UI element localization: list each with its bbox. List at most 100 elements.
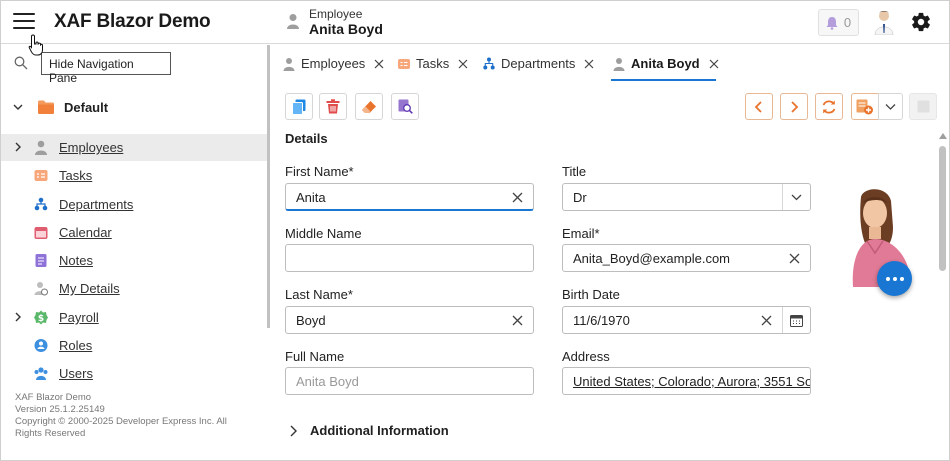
nav-group-default[interactable]: Default <box>1 97 267 119</box>
scrollbar-thumb[interactable] <box>939 146 946 271</box>
clear-icon[interactable] <box>512 315 523 326</box>
gear-icon[interactable] <box>910 11 932 33</box>
refresh-button[interactable] <box>815 93 843 120</box>
vertical-scrollbar[interactable] <box>937 131 949 461</box>
last-name-label: Last Name* <box>285 287 353 302</box>
my-details-icon <box>34 282 48 296</box>
sidebar-item-label: Roles <box>59 338 93 353</box>
clear-icon[interactable] <box>761 315 772 326</box>
full-name-field: Anita Boyd <box>285 367 534 395</box>
new-object-dropdown[interactable] <box>878 93 903 120</box>
additional-information-group[interactable]: Additional Information <box>289 423 449 438</box>
tasks-icon <box>34 170 48 181</box>
notifications-button[interactable]: 0 <box>818 9 859 36</box>
address-link[interactable]: United States; Colorado; Aurora; 3551 So… <box>573 374 810 389</box>
footer-copyright: Copyright © 2000-2025 Developer Express … <box>15 416 227 439</box>
sidebar-item-payroll[interactable]: $ Payroll <box>1 304 267 331</box>
clear-icon[interactable] <box>512 192 523 203</box>
last-name-field[interactable]: Boyd <box>285 306 534 334</box>
close-icon[interactable] <box>584 59 594 69</box>
nav-group-label: Default <box>64 100 109 115</box>
previous-button[interactable] <box>745 93 773 120</box>
last-name-value: Boyd <box>296 313 326 328</box>
chevron-right-icon[interactable] <box>12 311 24 323</box>
svg-text:$: $ <box>38 314 44 324</box>
tooltip: Hide Navigation Pane <box>41 52 171 85</box>
section-title-details: Details <box>285 131 328 146</box>
sidebar-footer: XAF Blazor Demo Version 25.1.2.25149 Cop… <box>15 392 250 440</box>
sidebar-item-label: Calendar <box>59 225 112 240</box>
delete-button[interactable] <box>319 93 347 120</box>
chevron-down-icon <box>13 104 23 110</box>
sidebar-item-calendar[interactable]: Calendar <box>1 219 267 246</box>
dot-icon <box>899 276 904 281</box>
close-icon[interactable] <box>374 59 384 69</box>
sidebar-item-notes[interactable]: Notes <box>1 247 267 274</box>
view-caption: Employee <box>309 7 363 21</box>
user-avatar[interactable] <box>872 9 896 35</box>
dot-icon <box>885 276 890 281</box>
employee-icon <box>283 57 295 71</box>
tab-label: Departments <box>501 56 576 71</box>
more-actions-button[interactable] <box>877 261 912 296</box>
sidebar-item-label: Tasks <box>59 168 93 183</box>
additional-information-label: Additional Information <box>310 423 449 438</box>
address-field[interactable]: United States; Colorado; Aurora; 3551 So… <box>562 367 811 395</box>
title-dropdown-button[interactable] <box>782 184 810 210</box>
first-name-field[interactable]: Anita <box>285 183 534 211</box>
calendar-button[interactable] <box>782 307 810 333</box>
save-icon <box>917 100 929 113</box>
email-value: Anita_Boyd@example.com <box>573 251 730 266</box>
close-icon[interactable] <box>709 59 719 69</box>
middle-name-label: Middle Name <box>285 226 362 241</box>
sidebar-item-label: Departments <box>59 197 134 212</box>
close-icon[interactable] <box>458 59 468 69</box>
sidebar-item-users[interactable]: Users <box>1 360 267 387</box>
email-label: Email* <box>562 226 600 241</box>
birth-date-label: Birth Date <box>562 287 620 302</box>
title-label: Title <box>562 164 587 179</box>
next-button[interactable] <box>780 93 808 120</box>
tab-departments[interactable]: Departments <box>483 45 594 82</box>
sidebar-splitter[interactable] <box>267 45 270 328</box>
save-button[interactable] <box>909 93 937 120</box>
scroll-up-icon[interactable] <box>939 133 947 139</box>
title-value: Dr <box>573 190 587 205</box>
title-select[interactable]: Dr <box>562 183 811 211</box>
sidebar-item-label: My Details <box>59 281 120 296</box>
payroll-icon: $ <box>34 310 48 325</box>
tab-tasks[interactable]: Tasks <box>398 45 468 82</box>
sidebar-item-my-details[interactable]: My Details <box>1 275 267 302</box>
notes-icon <box>35 254 47 267</box>
clear-icon[interactable] <box>789 253 800 264</box>
sidebar-item-departments[interactable]: Departments <box>1 191 267 218</box>
footer-app-name: XAF Blazor Demo <box>15 392 92 403</box>
view-details-button[interactable] <box>391 93 419 120</box>
middle-name-field[interactable] <box>285 244 534 272</box>
first-name-label: First Name* <box>285 164 354 179</box>
chevron-right-icon <box>791 100 799 113</box>
calendar-icon <box>34 227 48 239</box>
tab-employees[interactable]: Employees <box>283 45 384 82</box>
tab-label: Employees <box>301 56 366 71</box>
calendar-icon <box>790 314 803 327</box>
chevron-down-icon <box>791 194 802 200</box>
active-tab-indicator <box>611 79 716 81</box>
sidebar-item-tasks[interactable]: Tasks <box>1 162 267 189</box>
search-icon[interactable] <box>14 56 28 70</box>
roles-icon <box>34 339 48 352</box>
employee-icon <box>35 140 47 155</box>
chevron-right-icon[interactable] <box>12 141 24 153</box>
users-icon <box>34 367 48 380</box>
new-button[interactable] <box>285 93 313 120</box>
tab-anita-boyd[interactable]: Anita Boyd <box>613 45 719 82</box>
birth-date-field[interactable]: 11/6/1970 <box>562 306 811 334</box>
new-object-button[interactable] <box>851 93 879 120</box>
sidebar-item-roles[interactable]: Roles <box>1 332 267 359</box>
reset-button[interactable] <box>355 93 383 120</box>
email-field[interactable]: Anita_Boyd@example.com <box>562 244 811 272</box>
refresh-icon <box>822 99 836 114</box>
sidebar-item-employees[interactable]: Employees <box>1 134 267 161</box>
trash-icon <box>326 99 340 114</box>
hamburger-menu-icon[interactable] <box>13 13 35 31</box>
